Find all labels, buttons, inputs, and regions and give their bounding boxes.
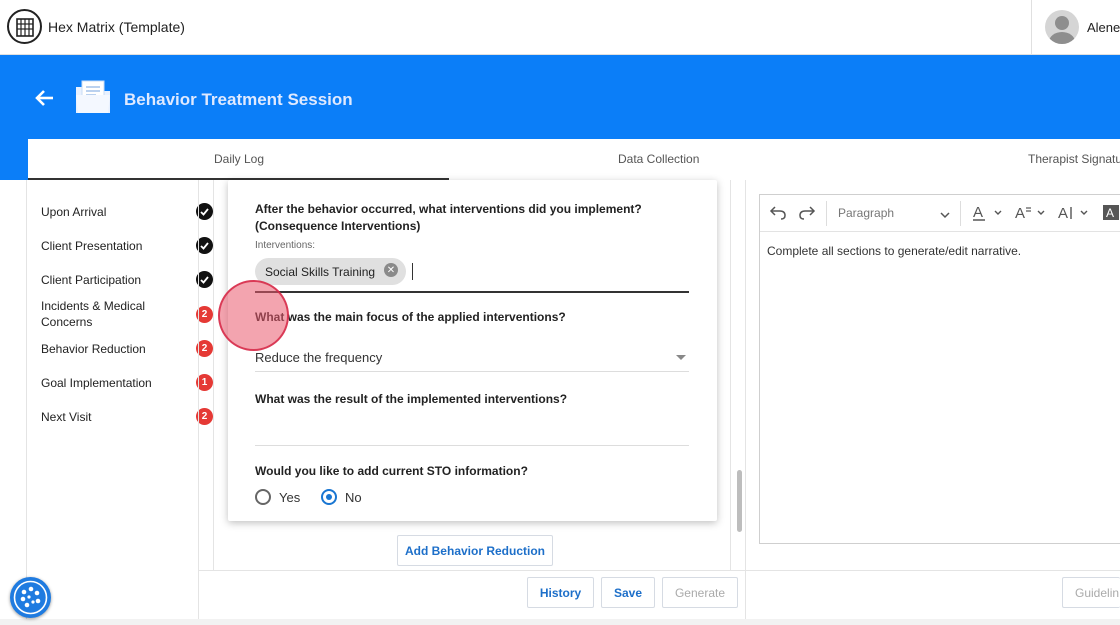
- sidebar-item-incidents-medical[interactable]: Incidents & Medical Concerns: [41, 298, 161, 330]
- app-title: Hex Matrix (Template): [48, 19, 185, 35]
- svg-text:A: A: [1106, 206, 1114, 220]
- top-bar: Hex Matrix (Template) Alene: [0, 0, 1120, 55]
- divider: [960, 201, 961, 226]
- svg-text:A: A: [973, 204, 983, 221]
- page-title: Behavior Treatment Session: [124, 90, 353, 109]
- radio-yes[interactable]: [255, 489, 271, 505]
- select-underline: [255, 371, 689, 372]
- font-size-icon[interactable]: A: [1014, 204, 1048, 225]
- divider: [213, 180, 214, 570]
- add-behavior-reduction-button[interactable]: Add Behavior Reduction: [397, 535, 553, 566]
- tab-bar: Daily Log Data Collection Therapist Sign…: [28, 139, 1120, 180]
- save-button[interactable]: Save: [601, 577, 655, 608]
- interventions-label: Interventions:: [255, 240, 316, 251]
- question-result: What was the result of the implemented i…: [255, 392, 568, 406]
- question-focus: What was the main focus of the applied i…: [255, 310, 566, 324]
- divider: [198, 180, 199, 625]
- sidebar-item-client-presentation[interactable]: Client Presentation: [41, 238, 161, 254]
- interventions-input-underline: [255, 291, 689, 293]
- sidebar-item-upon-arrival[interactable]: Upon Arrival: [41, 204, 161, 220]
- undo-icon[interactable]: [769, 204, 787, 223]
- result-input-underline: [255, 445, 689, 446]
- scrollbar[interactable]: [737, 470, 742, 532]
- radio-yes-label[interactable]: Yes: [279, 490, 300, 505]
- line-height-icon[interactable]: A: [1057, 204, 1091, 225]
- svg-text:A: A: [1015, 205, 1025, 222]
- divider: [826, 201, 827, 226]
- chip-label: Social Skills Training: [265, 264, 376, 279]
- footer-strip: [0, 619, 1120, 625]
- editor-placeholder[interactable]: Complete all sections to generate/edit n…: [767, 244, 1021, 258]
- sidebar-item-client-participation[interactable]: Client Participation: [41, 272, 161, 288]
- narrative-editor: Paragraph A A A A Complete all sections …: [759, 194, 1120, 544]
- chevron-down-icon[interactable]: [676, 355, 686, 360]
- highlight-icon[interactable]: A: [1103, 204, 1119, 225]
- divider: [199, 570, 1120, 571]
- building-logo-icon[interactable]: [7, 9, 42, 44]
- tab-therapist-signature[interactable]: Therapist Signatu: [1028, 152, 1120, 166]
- avatar[interactable]: [1045, 10, 1079, 44]
- redo-icon[interactable]: [798, 204, 816, 223]
- text-cursor: [412, 263, 413, 280]
- back-arrow-icon[interactable]: [34, 87, 56, 109]
- text-color-icon[interactable]: A: [972, 204, 1004, 225]
- document-folder-icon: [74, 79, 112, 115]
- radio-no-label[interactable]: No: [345, 490, 362, 505]
- remove-chip-icon[interactable]: ✕: [384, 263, 398, 277]
- sidebar-item-behavior-reduction[interactable]: Behavior Reduction: [41, 341, 161, 357]
- generate-button[interactable]: Generate: [662, 577, 738, 608]
- svg-text:A: A: [1058, 205, 1068, 222]
- divider: [730, 180, 731, 570]
- sidebar-item-goal-implementation[interactable]: Goal Implementation: [41, 375, 161, 391]
- sidebar-item-next-visit[interactable]: Next Visit: [41, 409, 161, 425]
- divider: [1031, 0, 1032, 55]
- chevron-down-icon[interactable]: [940, 206, 950, 222]
- history-button[interactable]: History: [527, 577, 594, 608]
- dots-icon: [13, 580, 48, 615]
- focus-select[interactable]: Reduce the frequency: [255, 350, 382, 365]
- user-name[interactable]: Alene: [1087, 20, 1120, 35]
- section-nav: Upon Arrival Client Presentation Client …: [27, 180, 213, 625]
- guidelines-button[interactable]: Guidelin: [1062, 577, 1120, 608]
- accessibility-widget-button[interactable]: [10, 577, 51, 618]
- question-consequence-interventions: After the behavior occurred, what interv…: [255, 202, 642, 233]
- question-sto: Would you like to add current STO inform…: [255, 464, 528, 478]
- radio-no[interactable]: [321, 489, 337, 505]
- editor-toolbar: Paragraph A A A A: [760, 195, 1120, 232]
- block-format-select[interactable]: Paragraph: [838, 206, 894, 220]
- divider: [745, 180, 746, 625]
- tap-indicator: [218, 280, 289, 351]
- tab-data-collection[interactable]: Data Collection: [618, 152, 699, 166]
- tab-daily-log[interactable]: Daily Log: [214, 152, 264, 166]
